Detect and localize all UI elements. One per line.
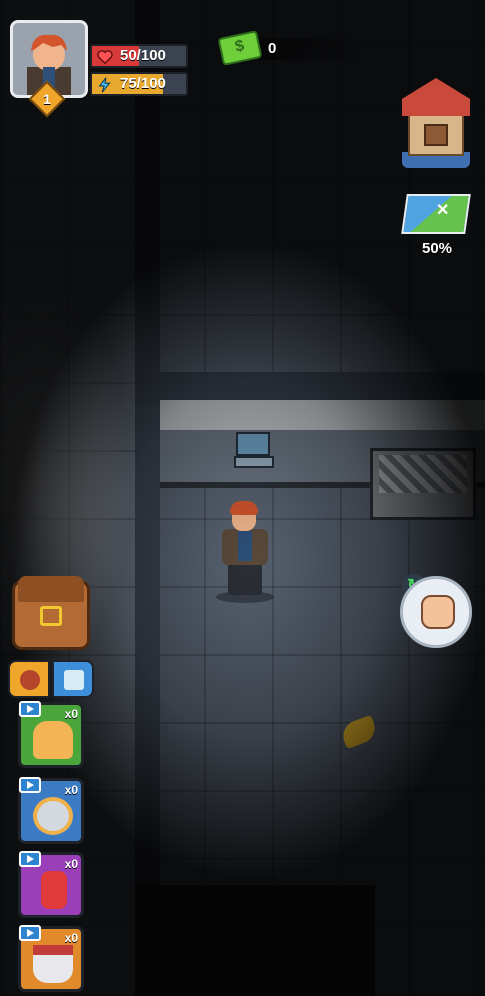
money-icon xyxy=(217,30,263,66)
house-door-icon xyxy=(424,124,448,146)
slot-count: x0 xyxy=(64,931,78,945)
bread-icon xyxy=(33,721,73,759)
attack-button[interactable] xyxy=(400,576,472,648)
player-shirt xyxy=(238,531,252,561)
backpack-button[interactable] xyxy=(12,572,90,650)
energy-bar: 75/100 xyxy=(90,72,188,96)
player-hair xyxy=(230,501,258,515)
slot-count: x0 xyxy=(64,857,78,871)
laptop-icon[interactable] xyxy=(234,432,274,472)
soup-bowl-icon xyxy=(33,945,73,983)
map-progress: 50% xyxy=(421,240,453,257)
can-icon xyxy=(33,797,73,835)
tv-ad-icon xyxy=(19,701,41,717)
energy-value: 75/100 xyxy=(120,75,166,92)
water-icon xyxy=(64,670,84,690)
dark-block xyxy=(135,885,375,996)
slot-bread[interactable]: x0 xyxy=(18,701,84,768)
wall-edge xyxy=(135,0,160,996)
soda-can-icon xyxy=(41,871,67,909)
player-character xyxy=(214,501,276,603)
fist-icon xyxy=(421,595,455,629)
slot-canned-food[interactable]: x0 xyxy=(18,777,84,844)
level-value: 1 xyxy=(43,91,51,107)
map-marker-icon: ✕ xyxy=(436,202,450,219)
heart-icon xyxy=(97,50,113,65)
laptop-screen xyxy=(236,432,270,456)
slot-soup[interactable]: x0 xyxy=(18,925,84,992)
tab-food[interactable] xyxy=(8,660,50,698)
backpack-flap xyxy=(18,576,84,602)
tv-ad-icon xyxy=(19,777,41,793)
tv-ad-icon xyxy=(19,851,41,867)
inventory-tabs xyxy=(8,660,94,698)
house-roof-icon xyxy=(402,78,470,116)
money-value: 0 xyxy=(268,40,277,57)
health-value: 50/100 xyxy=(120,47,166,64)
map-button[interactable]: ✕ xyxy=(401,190,471,236)
laptop-keyboard xyxy=(234,456,274,468)
left-corridor xyxy=(0,0,135,996)
meat-icon xyxy=(20,670,40,690)
slot-count: x0 xyxy=(64,707,78,721)
tv-ad-icon xyxy=(19,925,41,941)
slot-soda[interactable]: x0 xyxy=(18,851,84,918)
slot-count: x0 xyxy=(64,783,78,797)
tab-drink[interactable] xyxy=(52,660,94,698)
health-bar: 50/100 xyxy=(90,44,188,68)
player-legs xyxy=(228,563,262,595)
home-button[interactable] xyxy=(402,78,470,168)
backpack-clasp xyxy=(40,606,62,626)
supply-crate[interactable] xyxy=(370,448,476,520)
lightning-icon xyxy=(98,77,111,93)
